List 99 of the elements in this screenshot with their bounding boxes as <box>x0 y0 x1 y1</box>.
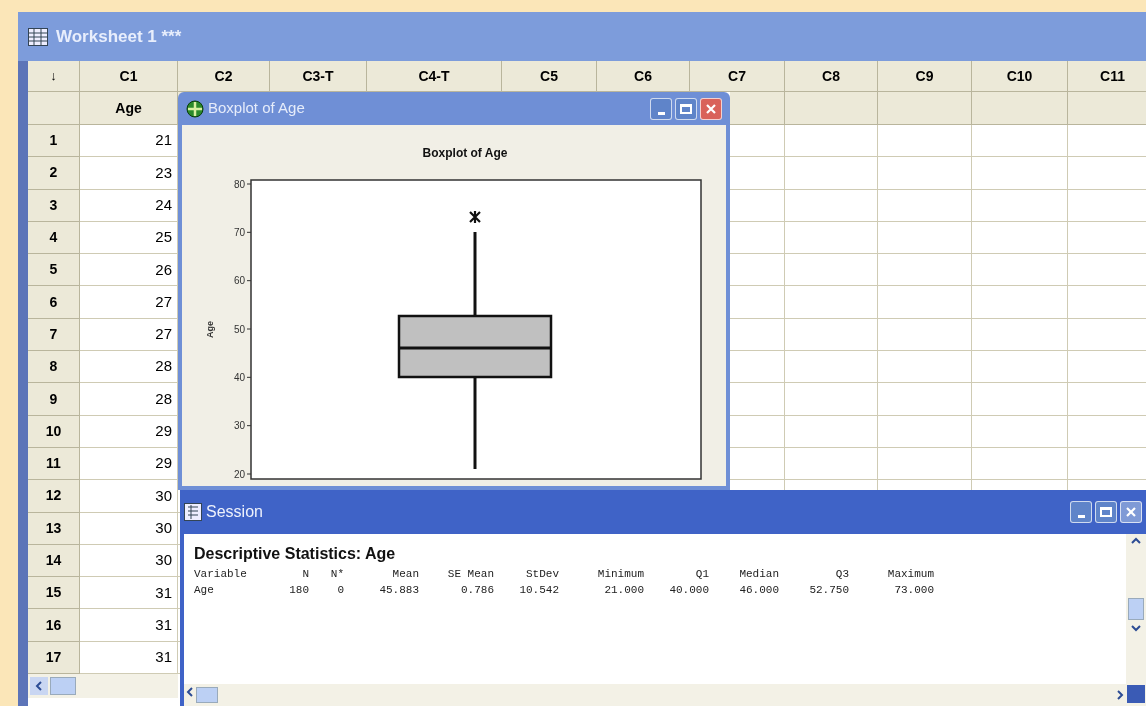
minimize-button[interactable] <box>1070 501 1092 523</box>
row-header[interactable]: 1 <box>28 125 80 158</box>
scrollbar-thumb[interactable] <box>1128 598 1144 620</box>
chevron-right-icon <box>1116 690 1124 700</box>
close-button[interactable] <box>700 97 722 120</box>
row-header[interactable]: 10 <box>28 415 80 448</box>
row-header[interactable]: 11 <box>28 447 80 481</box>
stat-value: 180 <box>288 583 309 598</box>
column-header[interactable]: C4-T <box>367 61 502 92</box>
chevron-left-icon <box>35 681 43 692</box>
stat-value: 0 <box>336 583 344 598</box>
row-header[interactable]: 12 <box>28 480 80 513</box>
horizontal-scrollbar[interactable] <box>184 684 1126 706</box>
column-header[interactable]: C1 <box>80 61 178 92</box>
stat-column-header: Maximum <box>886 567 934 582</box>
stat-column-header: Mean <box>391 567 419 582</box>
stat-column-header: SE Mean <box>446 567 494 582</box>
row-header[interactable]: 3 <box>28 189 80 222</box>
stat-column-header: N* <box>329 567 344 582</box>
column-header[interactable]: C5 <box>502 61 597 92</box>
maximize-button[interactable] <box>675 97 697 120</box>
header-cell[interactable] <box>730 92 785 125</box>
column-header[interactable]: C11 <box>1068 61 1146 92</box>
chevron-down-icon <box>1131 624 1141 632</box>
close-icon <box>1125 506 1137 518</box>
axis-tick-label: 20 <box>233 468 245 480</box>
axis-label: Age <box>205 321 215 338</box>
stat-column-header: N <box>301 567 309 582</box>
column-header[interactable]: C3-T <box>270 61 367 92</box>
resize-grip[interactable] <box>1127 685 1145 703</box>
stat-value: 46.000 <box>738 583 779 598</box>
stat-column-header: Median <box>738 567 779 582</box>
row-header[interactable]: 8 <box>28 351 80 384</box>
output-heading: Descriptive Statistics: Age <box>194 544 397 564</box>
stat-value: Age <box>194 583 215 598</box>
column-header[interactable]: C9 <box>878 61 972 92</box>
graph-icon <box>186 99 204 118</box>
window-title: Worksheet 1 *** <box>56 25 182 48</box>
header-cell[interactable] <box>1068 92 1146 125</box>
axis-tick-label: 70 <box>233 226 245 238</box>
stat-column-header: Q3 <box>834 567 849 582</box>
scrollbar-thumb[interactable] <box>50 677 76 696</box>
stat-value: 73.000 <box>893 583 934 598</box>
column-header[interactable]: C2 <box>178 61 270 92</box>
row-header[interactable]: 9 <box>28 383 80 416</box>
stat-value: 10.542 <box>518 583 559 598</box>
column-header[interactable]: ↓ <box>28 61 80 92</box>
table-cell: 30 <box>80 512 178 545</box>
row-header[interactable]: 7 <box>28 318 80 352</box>
minimize-button[interactable] <box>650 97 672 120</box>
window-title: Boxplot of Age <box>208 98 305 119</box>
axis-tick-label: 80 <box>233 178 245 190</box>
table-cell: 30 <box>80 544 178 578</box>
axis-tick-label: 30 <box>233 420 245 432</box>
stat-column-header: Variable <box>194 567 248 582</box>
axis-tick-label: 60 <box>233 275 245 287</box>
row-header[interactable]: 16 <box>28 609 80 642</box>
column-header[interactable]: C10 <box>972 61 1068 92</box>
header-cell <box>28 92 80 125</box>
row-header[interactable]: 2 <box>28 157 80 190</box>
column-header[interactable]: C6 <box>597 61 690 92</box>
stat-column-header: Minimum <box>596 567 644 582</box>
column-name-cell[interactable]: Age <box>80 92 178 125</box>
stat-column-header: StDev <box>525 567 559 582</box>
row-header[interactable]: 17 <box>28 641 80 675</box>
chevron-left-icon <box>186 687 194 697</box>
chart-title: Boxplot of Age <box>422 146 508 160</box>
header-cell[interactable] <box>878 92 972 125</box>
stat-value: 45.883 <box>378 583 419 598</box>
row-header[interactable]: 14 <box>28 544 80 578</box>
header-cell[interactable] <box>785 92 878 125</box>
scrollbar-thumb[interactable] <box>196 687 218 703</box>
session-icon <box>184 503 202 521</box>
stat-value: 0.786 <box>460 583 494 598</box>
table-cell: 31 <box>80 609 178 642</box>
chevron-up-icon <box>1131 537 1141 545</box>
column-header[interactable]: C8 <box>785 61 878 92</box>
window-title: Session <box>206 502 263 522</box>
table-cell: 30 <box>80 480 178 513</box>
stat-value: 52.750 <box>808 583 849 598</box>
vertical-scrollbar[interactable] <box>1126 534 1146 706</box>
column-header[interactable]: C7 <box>690 61 785 92</box>
stat-value: 21.000 <box>603 583 644 598</box>
stat-column-header: Q1 <box>694 567 709 582</box>
worksheet-icon <box>28 27 48 46</box>
axis-tick-label: 40 <box>233 371 245 383</box>
close-icon <box>705 102 717 115</box>
row-header[interactable]: 15 <box>28 577 80 610</box>
table-cell: 31 <box>80 577 178 610</box>
axis-tick-label: 50 <box>233 323 245 335</box>
maximize-button[interactable] <box>1095 501 1117 523</box>
row-header[interactable]: 4 <box>28 221 80 255</box>
row-header[interactable]: 5 <box>28 254 80 287</box>
header-cell[interactable] <box>972 92 1068 125</box>
row-header[interactable]: 6 <box>28 286 80 319</box>
close-button[interactable] <box>1120 501 1142 523</box>
stat-value: 40.000 <box>668 583 709 598</box>
row-header[interactable]: 13 <box>28 512 80 545</box>
horizontal-scrollbar[interactable] <box>28 674 178 699</box>
